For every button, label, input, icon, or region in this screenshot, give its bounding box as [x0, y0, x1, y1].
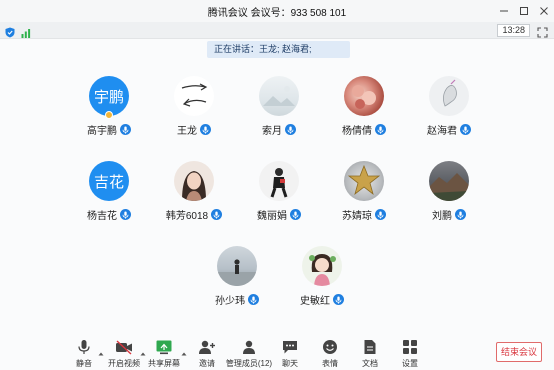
title-bar: 腾讯会议 会议号：933 508 101 — [0, 0, 554, 22]
participant-tile[interactable]: 魏丽娟 — [239, 161, 319, 231]
reactions-button[interactable]: 表情 — [308, 339, 352, 369]
participant-name: 苏婧琼 — [342, 211, 372, 222]
microphone-icon — [120, 124, 131, 135]
participant-tile[interactable]: 史敏红 — [282, 246, 362, 316]
document-icon — [361, 339, 379, 355]
share-screen-button[interactable]: 共享屏幕 — [142, 339, 186, 369]
beach-photo-icon — [217, 246, 257, 286]
shield-icon[interactable] — [5, 25, 15, 43]
participant-tile[interactable]: 吉花 杨吉花 — [69, 161, 149, 231]
participant-tile[interactable]: 刘鹏 — [409, 161, 489, 231]
window-controls — [498, 0, 550, 22]
participant-tile[interactable]: 索月 — [239, 76, 319, 146]
speaking-indicator: 正在讲话：王龙; 赵海君; — [207, 41, 350, 58]
participant-tile[interactable]: 杨倩倩 — [324, 76, 404, 146]
participant-tile[interactable]: 赵海君 — [409, 76, 489, 146]
status-bar: 13:28 — [0, 22, 554, 39]
arrows-sketch-icon — [174, 76, 214, 116]
close-icon[interactable] — [538, 5, 550, 17]
settings-grid-icon — [401, 339, 419, 355]
decorative-sketch-icon — [429, 76, 469, 116]
microphone-icon — [290, 209, 301, 220]
microphone-icon — [455, 209, 466, 220]
participant-tile[interactable]: 韩芳6018 — [154, 161, 234, 231]
window-title: 腾讯会议 会议号：933 508 101 — [207, 7, 347, 19]
microphone-icon — [375, 124, 386, 135]
mountain-photo-icon — [429, 161, 469, 201]
settings-button[interactable]: 设置 — [388, 339, 432, 369]
microphone-icon — [200, 124, 211, 135]
minimize-icon[interactable] — [498, 5, 510, 17]
share-screen-icon — [155, 339, 173, 355]
camera-off-icon — [115, 339, 133, 355]
invite-button[interactable]: 邀请 — [185, 339, 229, 369]
microphone-icon — [211, 209, 223, 220]
person-photo-icon — [259, 161, 299, 201]
meeting-timer: 13:28 — [497, 24, 530, 37]
end-meeting-button[interactable]: 结束会议 — [496, 342, 542, 362]
participant-name: 韩芳6018 — [165, 211, 209, 222]
documents-button[interactable]: 文档 — [348, 339, 392, 369]
microphone-icon — [375, 209, 386, 220]
maximize-icon[interactable] — [518, 5, 530, 17]
participant-name: 刘鹏 — [432, 211, 452, 222]
microphone-icon — [120, 209, 131, 220]
portrait-photo-icon — [174, 161, 214, 201]
manage-members-button[interactable]: 管理成员(12) — [224, 339, 274, 369]
smiley-icon — [321, 339, 339, 355]
participant-tile[interactable]: 孙少玮 — [197, 246, 277, 316]
fullscreen-icon[interactable] — [537, 25, 548, 38]
avatar: 宇鹏 — [89, 76, 129, 116]
chat-icon — [281, 339, 299, 355]
participant-tile[interactable]: 苏婧琼 — [324, 161, 404, 231]
star-photo-icon — [344, 161, 384, 201]
participant-name: 史敏红 — [300, 296, 330, 307]
participant-name: 赵海君 — [427, 126, 457, 137]
cartoon-girl-icon — [302, 246, 342, 286]
chat-button[interactable]: 聊天 — [268, 339, 312, 369]
participant-name: 杨倩倩 — [342, 126, 372, 137]
add-user-icon — [198, 339, 216, 355]
microphone-icon — [285, 124, 296, 135]
participant-name: 高宇鹏 — [87, 126, 117, 137]
host-badge-icon — [105, 111, 113, 119]
participant-name: 孙少玮 — [215, 296, 245, 307]
participant-name: 索月 — [262, 126, 282, 137]
flowers-photo-icon — [344, 76, 384, 116]
participant-name: 杨吉花 — [87, 211, 117, 222]
signal-icon[interactable] — [21, 25, 31, 43]
avatar: 吉花 — [89, 161, 129, 201]
landscape-picture-icon — [259, 76, 299, 116]
members-icon — [240, 339, 258, 355]
participant-tile[interactable]: 宇鹏 高宇鹏 — [69, 76, 149, 146]
participant-name: 魏丽娟 — [257, 211, 287, 222]
microphone-icon — [333, 294, 344, 305]
microphone-icon — [75, 339, 93, 355]
meeting-toolbar: 静音 开启视频 共享屏幕 邀请 管理成员(12) 聊天 表情 文档 设置 — [0, 333, 554, 370]
microphone-icon — [460, 124, 471, 135]
participant-name: 王龙 — [177, 126, 197, 137]
participant-tile[interactable]: 王龙 — [154, 76, 234, 146]
microphone-icon — [248, 294, 259, 305]
